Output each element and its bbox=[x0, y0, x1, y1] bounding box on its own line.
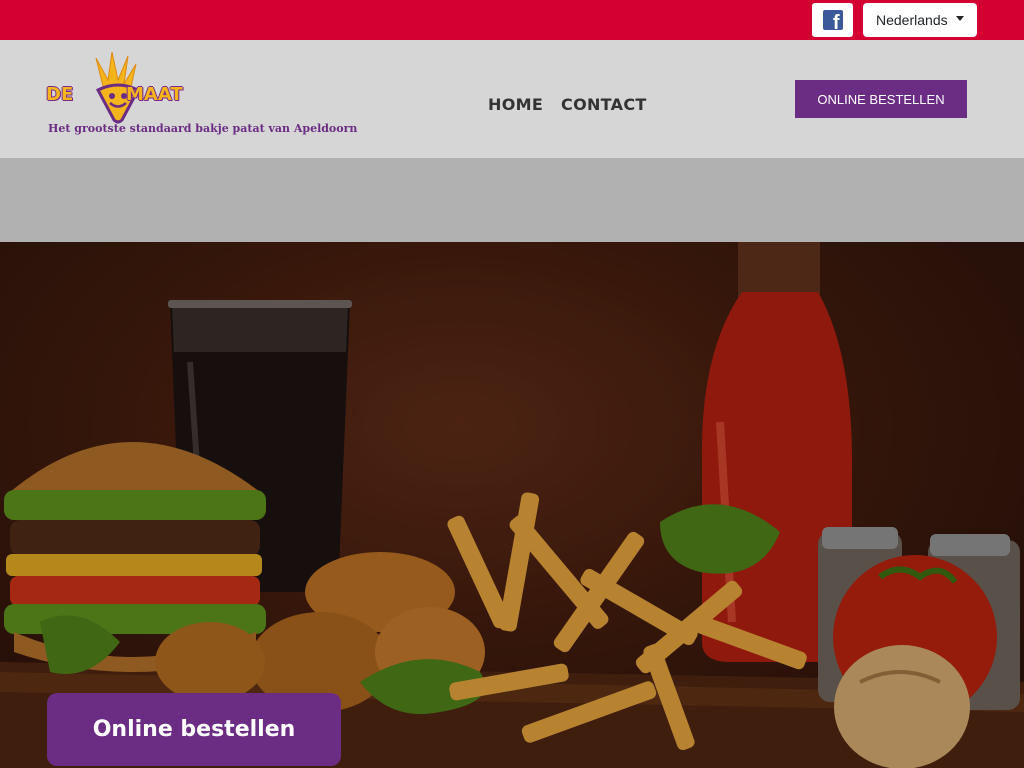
logo-text-right: MAAT bbox=[126, 84, 183, 105]
main-nav: HOME CONTACT bbox=[488, 95, 647, 114]
facebook-icon: f bbox=[822, 10, 843, 30]
hero-illustration bbox=[0, 242, 1024, 768]
nav-home[interactable]: HOME bbox=[488, 95, 543, 114]
fast-food-hero-image bbox=[0, 242, 1024, 768]
language-select[interactable]: Nederlands bbox=[863, 3, 977, 37]
caret-down-icon bbox=[955, 15, 964, 21]
nav-contact[interactable]: CONTACT bbox=[561, 95, 647, 114]
header-spacer-band bbox=[0, 158, 1024, 242]
logo[interactable]: DE MAAT Het grootste standaard bakje pat… bbox=[44, 50, 357, 140]
top-bar: f Nederlands bbox=[0, 0, 1024, 40]
online-order-button-hero[interactable]: Online bestellen bbox=[47, 693, 341, 766]
online-order-button-header[interactable]: ONLINE BESTELLEN bbox=[795, 80, 967, 118]
logo-tagline: Het grootste standaard bakje patat van A… bbox=[48, 122, 358, 135]
language-label: Nederlands bbox=[876, 12, 948, 28]
logo-text-left: DE bbox=[46, 84, 74, 105]
facebook-button[interactable]: f bbox=[812, 3, 853, 37]
